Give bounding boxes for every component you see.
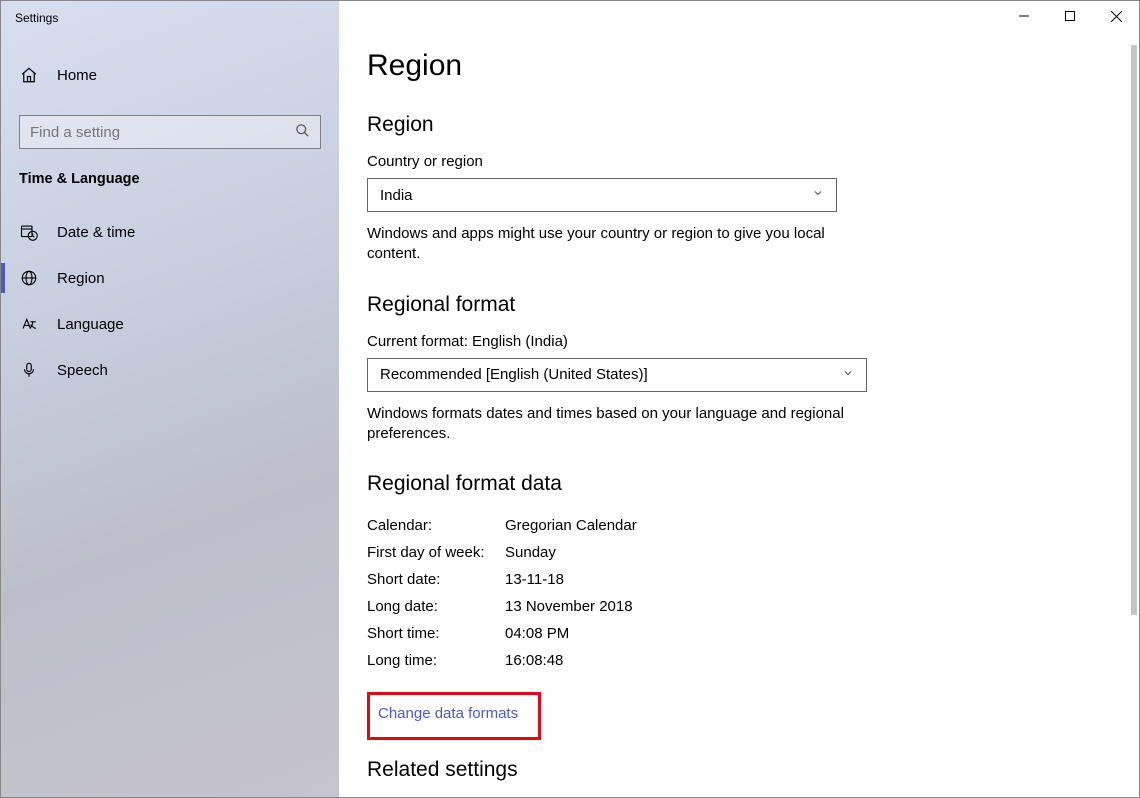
sidebar-item-language[interactable]: Language: [1, 301, 339, 347]
maximize-icon: [1065, 11, 1075, 21]
chevron-down-icon: [812, 186, 824, 204]
section-region-header: Region: [367, 113, 1139, 137]
section-regional-format-header: Regional format: [367, 293, 1139, 317]
section-format-data-header: Regional format data: [367, 472, 1139, 496]
search-box[interactable]: [19, 115, 321, 149]
search-icon: [295, 123, 310, 141]
minimize-icon: [1019, 11, 1029, 21]
country-label: Country or region: [367, 153, 1139, 170]
table-row: Short time:04:08 PM: [367, 620, 1139, 647]
calendar-clock-icon: [19, 223, 39, 241]
row-key: Long time:: [367, 647, 505, 674]
sidebar: Settings Home Time & Language: [1, 1, 339, 797]
format-data-table: Calendar:Gregorian Calendar First day of…: [367, 512, 1139, 674]
row-key: Calendar:: [367, 512, 505, 539]
country-value: India: [380, 187, 812, 204]
table-row: First day of week:Sunday: [367, 539, 1139, 566]
sidebar-item-label: Speech: [57, 362, 108, 379]
table-row: Short date:13-11-18: [367, 566, 1139, 593]
row-key: Short time:: [367, 620, 505, 647]
page-title: Region: [367, 49, 1139, 83]
content-area: Region Region Country or region India Wi…: [339, 1, 1139, 797]
globe-icon: [19, 269, 39, 287]
sidebar-item-label: Date & time: [57, 224, 135, 241]
format-value: Recommended [English (United States)]: [380, 366, 842, 383]
row-key: Short date:: [367, 566, 505, 593]
chevron-down-icon: [842, 366, 854, 384]
microphone-icon: [19, 361, 39, 379]
settings-window: Settings Home Time & Language: [0, 0, 1140, 798]
country-helper: Windows and apps might use your country …: [367, 224, 847, 265]
row-key: Long date:: [367, 593, 505, 620]
row-val: 13-11-18: [505, 566, 564, 593]
minimize-button[interactable]: [1001, 1, 1047, 31]
titlebar: [1, 1, 1139, 33]
format-helper: Windows formats dates and times based on…: [367, 404, 847, 445]
home-icon: [19, 66, 39, 84]
table-row: Long time:16:08:48: [367, 647, 1139, 674]
row-key: First day of week:: [367, 539, 505, 566]
row-val: 16:08:48: [505, 647, 563, 674]
home-label: Home: [57, 67, 97, 84]
row-val: Gregorian Calendar: [505, 512, 637, 539]
row-val: Sunday: [505, 539, 556, 566]
maximize-button[interactable]: [1047, 1, 1093, 31]
sidebar-item-label: Language: [57, 316, 124, 333]
highlight-box: Change data formats: [367, 692, 541, 740]
section-related-header: Related settings: [367, 758, 1139, 782]
language-icon: [19, 315, 39, 333]
change-data-formats-link[interactable]: Change data formats: [378, 705, 518, 722]
row-val: 13 November 2018: [505, 593, 633, 620]
sidebar-category: Time & Language: [1, 149, 339, 195]
scrollbar-thumb[interactable]: [1131, 45, 1137, 615]
sidebar-item-region[interactable]: Region: [1, 255, 339, 301]
country-select[interactable]: India: [367, 178, 837, 212]
sidebar-item-label: Region: [57, 270, 105, 287]
close-icon: [1111, 11, 1122, 22]
table-row: Long date:13 November 2018: [367, 593, 1139, 620]
sidebar-item-date-time[interactable]: Date & time: [1, 209, 339, 255]
search-input[interactable]: [30, 124, 295, 141]
scrollbar[interactable]: [1131, 45, 1137, 783]
home-nav[interactable]: Home: [1, 53, 339, 97]
row-val: 04:08 PM: [505, 620, 569, 647]
close-button[interactable]: [1093, 1, 1139, 31]
current-format-label: Current format: English (India): [367, 333, 1139, 350]
table-row: Calendar:Gregorian Calendar: [367, 512, 1139, 539]
format-select[interactable]: Recommended [English (United States)]: [367, 358, 867, 392]
sidebar-item-speech[interactable]: Speech: [1, 347, 339, 393]
